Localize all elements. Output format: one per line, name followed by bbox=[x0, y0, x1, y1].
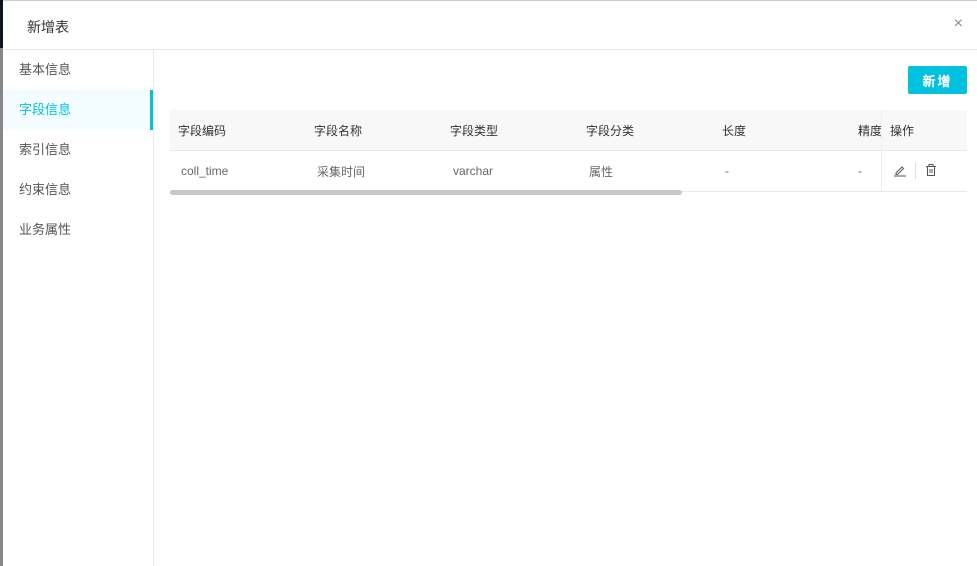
delete-icon[interactable] bbox=[924, 163, 938, 180]
table-cell: - bbox=[725, 164, 729, 178]
dialog-header: 新增表 × bbox=[3, 1, 977, 50]
header-cell: 字段名称 bbox=[314, 123, 363, 138]
header-cell: 字段编码 bbox=[178, 123, 227, 138]
table-header: 字段编码 字段名称 字段类型 字段分类 长度 精度 操作 bbox=[170, 110, 967, 151]
sidebar-item-fields[interactable]: 字段信息 bbox=[3, 90, 153, 130]
header-cell: 字段分类 bbox=[586, 123, 635, 138]
header-cell: 字段类型 bbox=[450, 123, 499, 138]
sidebar-item-basic[interactable]: 基本信息 bbox=[3, 50, 153, 90]
table-cell: coll_time bbox=[181, 164, 229, 178]
table-row: coll_time 采集时间 varchar 属性 - - bbox=[170, 151, 967, 192]
new-table-dialog: 新增表 × 基本信息 字段信息 索引信息 约束信息 业务属性 新增 字段编码 字… bbox=[3, 0, 977, 566]
header-cell: 操作 bbox=[881, 110, 967, 150]
table-cell: - bbox=[858, 164, 862, 178]
add-button[interactable]: 新增 bbox=[908, 66, 967, 94]
sidebar: 基本信息 字段信息 索引信息 约束信息 业务属性 bbox=[3, 50, 154, 566]
fields-table: 字段编码 字段名称 字段类型 字段分类 长度 精度 操作 coll_time 采… bbox=[170, 110, 967, 192]
close-icon[interactable]: × bbox=[954, 15, 963, 33]
edit-icon[interactable] bbox=[893, 163, 907, 180]
sidebar-item-business[interactable]: 业务属性 bbox=[3, 210, 153, 250]
divider bbox=[915, 163, 916, 179]
sidebar-item-index[interactable]: 索引信息 bbox=[3, 130, 153, 170]
main-panel: 新增 字段编码 字段名称 字段类型 字段分类 长度 精度 操作 coll_tim… bbox=[154, 50, 977, 566]
row-actions bbox=[881, 151, 967, 191]
table-cell: 采集时间 bbox=[317, 164, 366, 179]
header-cell: 长度 bbox=[722, 123, 747, 138]
header-cell: 精度 bbox=[858, 123, 883, 138]
table-cell: varchar bbox=[453, 164, 494, 178]
horizontal-scrollbar[interactable] bbox=[170, 190, 682, 195]
table-cell: 属性 bbox=[589, 164, 614, 179]
dialog-title: 新增表 bbox=[27, 19, 69, 35]
sidebar-item-constraints[interactable]: 约束信息 bbox=[3, 170, 153, 210]
